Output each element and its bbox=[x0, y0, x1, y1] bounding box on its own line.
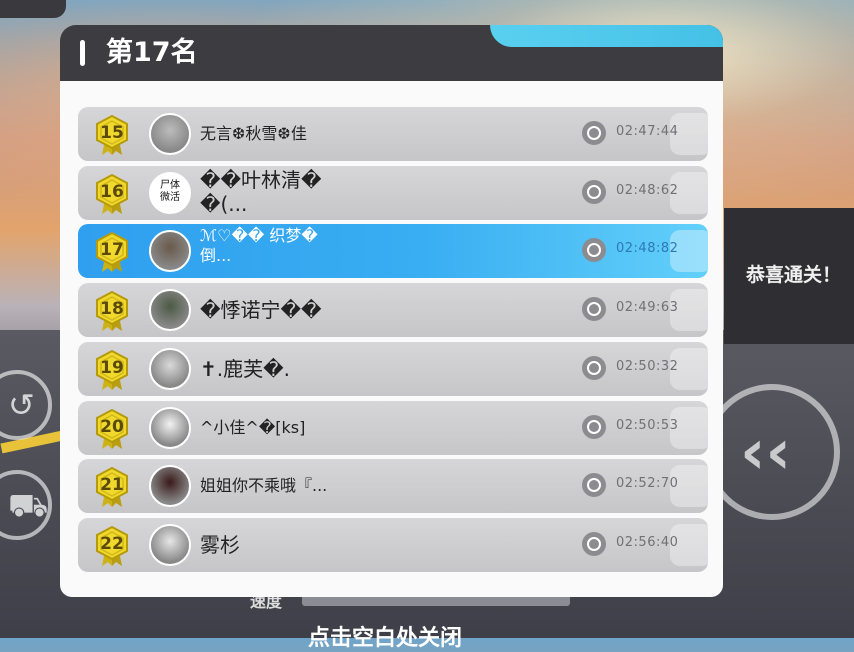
alarm-clock-icon bbox=[582, 355, 606, 380]
player-name: ✝.鹿芙�. bbox=[200, 356, 290, 381]
finish-time: 02:50:32 bbox=[616, 358, 679, 374]
avatar-text: 尸体 微活 bbox=[160, 179, 180, 203]
finish-time: 02:48:62 bbox=[616, 182, 679, 198]
alarm-clock-icon bbox=[582, 531, 606, 556]
avatar[interactable]: 尸体 微活 bbox=[149, 171, 191, 214]
ranking-row[interactable]: 22 雾杉 02:56:40 bbox=[78, 517, 708, 572]
laurel-medal-icon: 17 bbox=[94, 232, 130, 273]
rank-number: 17 bbox=[100, 240, 124, 261]
alarm-clock-icon bbox=[582, 414, 606, 439]
panel-body: 15 无言❆秋雪❆佳 02:47:44 16 尸体 微活 ��叶林清� �(... 02:4… bbox=[60, 81, 723, 597]
finish-time: 02:52:70 bbox=[616, 476, 679, 492]
avatar[interactable] bbox=[149, 289, 191, 332]
ranking-panel: 第17名 15 无言❆秋雪❆佳 02:47:44 16 尸体 微活 ��叶林清� �(..… bbox=[60, 25, 723, 597]
ranking-row[interactable]: 19 ✝.鹿芙�. 02:50:32 bbox=[78, 341, 708, 396]
ranking-row[interactable]: 17 ℳ♡�� 织梦� 倒... 02:48:82 bbox=[78, 224, 708, 279]
finish-time: 02:47:44 bbox=[616, 124, 679, 139]
rank-number: 20 bbox=[100, 416, 124, 437]
ranking-row[interactable]: 15 无言❆秋雪❆佳 02:47:44 bbox=[78, 107, 708, 161]
ranking-row[interactable]: 21 姐姐你不乘哦『... 02:52:70 bbox=[78, 459, 708, 514]
laurel-medal-icon: 22 bbox=[94, 525, 130, 566]
alarm-clock-icon bbox=[582, 473, 606, 498]
avatar[interactable] bbox=[149, 465, 191, 508]
laurel-medal-icon: 16 bbox=[94, 173, 130, 214]
car-icon: ⛟ bbox=[8, 486, 49, 524]
avatar[interactable] bbox=[149, 347, 191, 390]
laurel-medal-icon: 19 bbox=[94, 349, 130, 390]
rank-number: 16 bbox=[100, 181, 124, 202]
player-name: 雾杉 bbox=[200, 532, 240, 557]
player-name: �悸诺宁�� bbox=[200, 298, 322, 323]
player-name: ^小佳^�[ks] bbox=[200, 417, 306, 437]
ranking-row[interactable]: 18 �悸诺宁�� 02:49:63 bbox=[78, 283, 708, 338]
rank-number: 18 bbox=[100, 299, 124, 320]
alarm-clock-icon bbox=[582, 297, 606, 322]
laurel-medal-icon: 20 bbox=[94, 408, 130, 449]
player-name: 无言❆秋雪❆佳 bbox=[200, 124, 307, 143]
finish-time: 02:50:53 bbox=[616, 417, 679, 433]
player-name: ��叶林清� �(... bbox=[200, 167, 322, 216]
laurel-medal-icon: 21 bbox=[94, 467, 130, 508]
avatar[interactable] bbox=[149, 230, 191, 273]
rank-title: 第17名 bbox=[106, 37, 198, 68]
panel-header: 第17名 bbox=[60, 25, 723, 81]
alarm-clock-icon bbox=[582, 238, 606, 263]
finish-time: 02:49:63 bbox=[616, 300, 679, 316]
avatar[interactable] bbox=[149, 113, 191, 155]
top-left-tab[interactable] bbox=[0, 0, 66, 18]
completion-message: 恭喜通关！ bbox=[746, 264, 842, 286]
rank-number: 15 bbox=[100, 123, 124, 143]
close-hint[interactable]: 点击空白处关闭 bbox=[308, 620, 462, 652]
alarm-clock-icon bbox=[582, 121, 606, 145]
steer-icon: ↺ bbox=[8, 386, 35, 424]
back-button[interactable]: ‹‹ bbox=[704, 384, 840, 520]
laurel-medal-icon: 18 bbox=[94, 290, 130, 332]
avatar[interactable] bbox=[149, 523, 191, 566]
ranking-row[interactable]: 20 ^小佳^�[ks] 02:50:53 bbox=[78, 400, 708, 455]
double-chevron-left-icon: ‹‹ bbox=[740, 415, 792, 488]
finish-time: 02:48:82 bbox=[616, 241, 679, 257]
ranking-row[interactable]: 16 尸体 微活 ��叶林清� �(... 02:48:62 bbox=[78, 165, 708, 220]
player-name: ℳ♡�� 织梦� 倒... bbox=[200, 226, 318, 266]
finish-time: 02:56:40 bbox=[616, 534, 679, 550]
header-bar bbox=[80, 40, 85, 66]
header-accent bbox=[490, 25, 723, 47]
rank-number: 22 bbox=[100, 533, 124, 554]
avatar[interactable] bbox=[149, 406, 191, 449]
alarm-clock-icon bbox=[582, 179, 606, 204]
rank-number: 21 bbox=[100, 475, 124, 496]
player-name: 姐姐你不乘哦『... bbox=[200, 476, 328, 496]
rank-number: 19 bbox=[100, 357, 124, 378]
laurel-medal-icon: 15 bbox=[94, 114, 130, 155]
